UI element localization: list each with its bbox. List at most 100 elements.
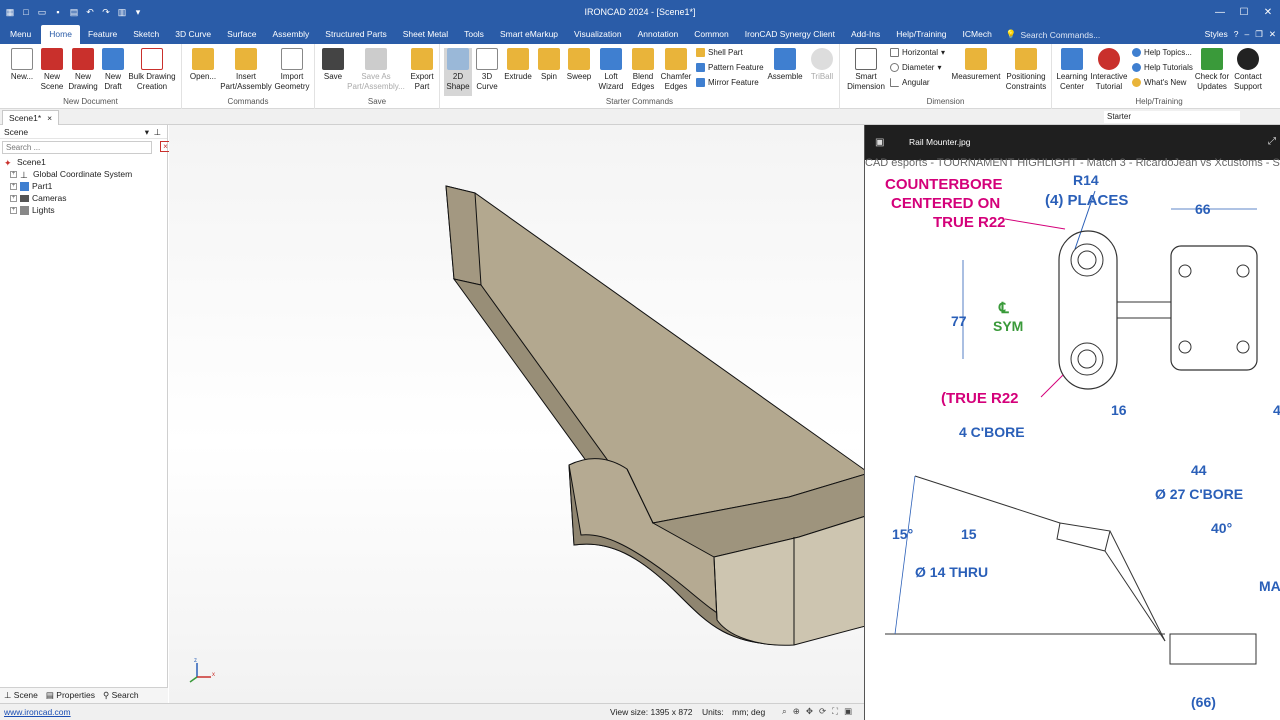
tab-home[interactable]: Home (41, 25, 80, 44)
undo-icon[interactable]: ↶ (84, 6, 96, 18)
pin-icon[interactable]: ⊥ (154, 125, 161, 139)
help-topics-button[interactable]: Help Topics... (1132, 48, 1192, 57)
expand-icon[interactable]: + (10, 182, 17, 190)
app-logo-icon[interactable]: ▦ (4, 6, 16, 18)
tab-surface[interactable]: Surface (219, 25, 264, 44)
3d-viewport[interactable]: z x (169, 125, 864, 703)
tab-visualization[interactable]: Visualization (566, 25, 630, 44)
bulk-drawing-button[interactable]: Bulk Drawing Creation (127, 48, 177, 92)
tab-annotation[interactable]: Annotation (630, 25, 687, 44)
positioning-constraints-button[interactable]: Positioning Constraints (1002, 48, 1050, 92)
new-drawing-button[interactable]: New Drawing (68, 48, 98, 92)
expand-icon[interactable]: ⤢ (1268, 136, 1276, 147)
ironcad-link[interactable]: www.ironcad.com (4, 707, 71, 717)
scene-search-input[interactable]: Search ... × (2, 141, 171, 154)
print-icon[interactable]: ▤ (68, 6, 80, 18)
part-model[interactable] (169, 125, 864, 703)
tab-structured-parts[interactable]: Structured Parts (317, 25, 394, 44)
help-tutorials-button[interactable]: Help Tutorials (1132, 63, 1193, 72)
tab-icmech[interactable]: ICMech (955, 25, 1000, 44)
settings-icon[interactable]: ▾ (132, 6, 144, 18)
horizontal-dimension-button[interactable]: Horizontal ▾ (890, 48, 945, 57)
minimize-ribbon-icon[interactable]: – (1245, 29, 1250, 39)
tab-ironcad-synergy-client[interactable]: IronCAD Synergy Client (737, 25, 843, 44)
blend-edges-button[interactable]: Blend Edges (628, 48, 658, 92)
starter-select[interactable]: Starter (1104, 111, 1240, 123)
open-icon[interactable]: ▭ (36, 6, 48, 18)
tree-node-part1[interactable]: + Part1 (4, 180, 167, 192)
tab-assembly[interactable]: Assembly (264, 25, 317, 44)
tab-add-ins[interactable]: Add-Ins (843, 25, 888, 44)
close-icon[interactable]: × (47, 111, 52, 125)
zoom-in-icon[interactable]: ⊕ (793, 706, 800, 717)
new-scene-button[interactable]: New Scene (38, 48, 66, 92)
tab-help-training[interactable]: Help/Training (888, 25, 954, 44)
export-part-button[interactable]: Export Part (407, 48, 437, 92)
doc-tab-scene1[interactable]: Scene1* × (2, 110, 60, 125)
spin-button[interactable]: Spin (536, 48, 562, 82)
chamfer-edges-button[interactable]: Chamfer Edges (660, 48, 692, 92)
tab-common[interactable]: Common (686, 25, 736, 44)
tab-properties[interactable]: ▤ Properties (46, 690, 95, 701)
tree-node-cameras[interactable]: + Cameras (4, 192, 167, 204)
tab-smart-emarkup[interactable]: Smart eMarkup (492, 25, 566, 44)
expand-icon[interactable]: + (10, 194, 17, 202)
assemble-button[interactable]: Assemble (766, 48, 804, 82)
tab-sheet-metal[interactable]: Sheet Metal (395, 25, 456, 44)
close-doc-icon[interactable]: ✕ (1269, 29, 1276, 40)
pan-icon[interactable]: ✥ (806, 706, 813, 717)
tab-feature[interactable]: Feature (80, 25, 125, 44)
styles-button[interactable]: Styles (1205, 29, 1228, 39)
check-updates-button[interactable]: Check for Updates (1194, 48, 1230, 92)
help-icon[interactable]: ? (1234, 29, 1239, 39)
expand-icon[interactable]: + (10, 206, 17, 214)
open-button[interactable]: Open... (186, 48, 220, 82)
angular-dimension-button[interactable]: Angular (890, 78, 930, 87)
triball-button[interactable]: TriBall (808, 48, 836, 82)
insert-part-button[interactable]: Insert Part/Assembly (220, 48, 272, 92)
contact-support-button[interactable]: Contact Support (1230, 48, 1266, 92)
restore-icon[interactable]: ❐ (1255, 29, 1263, 40)
tab-3d-curve[interactable]: 3D Curve (167, 25, 219, 44)
tree-node-scene1[interactable]: ✦ Scene1 (4, 156, 167, 168)
close-icon[interactable]: ✕ (1256, 0, 1280, 24)
save-as-button[interactable]: Save As Part/Assembly... (347, 48, 405, 92)
loft-wizard-button[interactable]: Loft Wizard (596, 48, 626, 92)
tab-scene[interactable]: ⊥ Scene (4, 690, 38, 701)
measurement-button[interactable]: Measurement (950, 48, 1002, 82)
import-geometry-button[interactable]: Import Geometry (272, 48, 312, 92)
tree-node-lights[interactable]: + Lights (4, 204, 167, 216)
shell-part-button[interactable]: Shell Part (696, 48, 743, 57)
sweep-button[interactable]: Sweep (564, 48, 594, 82)
diameter-dimension-button[interactable]: Diameter ▾ (890, 63, 941, 72)
rotate-icon[interactable]: ⟳ (819, 706, 826, 717)
redo-icon[interactable]: ↷ (100, 6, 112, 18)
tab-sketch[interactable]: Sketch (125, 25, 167, 44)
tab-search[interactable]: ⚲ Search (103, 690, 139, 701)
minimize-icon[interactable]: — (1208, 0, 1232, 24)
save-button[interactable]: Save (319, 48, 347, 82)
smart-dimension-button[interactable]: Smart Dimension (844, 48, 888, 92)
view-icon[interactable]: ▣ (844, 706, 852, 717)
tree-node-global-coordinate-system[interactable]: + ⊥ Global Coordinate System (4, 168, 167, 180)
layout-icon[interactable]: ▥ (116, 6, 128, 18)
mirror-feature-button[interactable]: Mirror Feature (696, 78, 759, 87)
extrude-button[interactable]: Extrude (502, 48, 534, 82)
interactive-tutorial-button[interactable]: Interactive Tutorial (1090, 48, 1128, 92)
whats-new-button[interactable]: What's New (1132, 78, 1186, 87)
fit-icon[interactable]: ⛶ (832, 706, 838, 717)
tab-menu[interactable]: Menu (0, 25, 41, 44)
dropdown-icon[interactable]: ▾ (145, 125, 149, 139)
tab-tools[interactable]: Tools (456, 25, 492, 44)
new-button[interactable]: New... (6, 48, 38, 82)
expand-icon[interactable]: + (10, 170, 17, 178)
new-icon[interactable]: □ (20, 6, 32, 18)
learning-center-button[interactable]: Learning Center (1054, 48, 1090, 92)
pattern-feature-button[interactable]: Pattern Feature (696, 63, 764, 72)
2d-shape-button[interactable]: 2D Shape (444, 48, 472, 96)
zoom-icon[interactable]: ⌕ (782, 706, 787, 717)
new-draft-button[interactable]: New Draft (99, 48, 127, 92)
maximize-icon[interactable]: ☐ (1232, 0, 1256, 24)
3d-curve-button[interactable]: 3D Curve (474, 48, 500, 92)
save-icon[interactable]: ▪ (52, 6, 64, 18)
